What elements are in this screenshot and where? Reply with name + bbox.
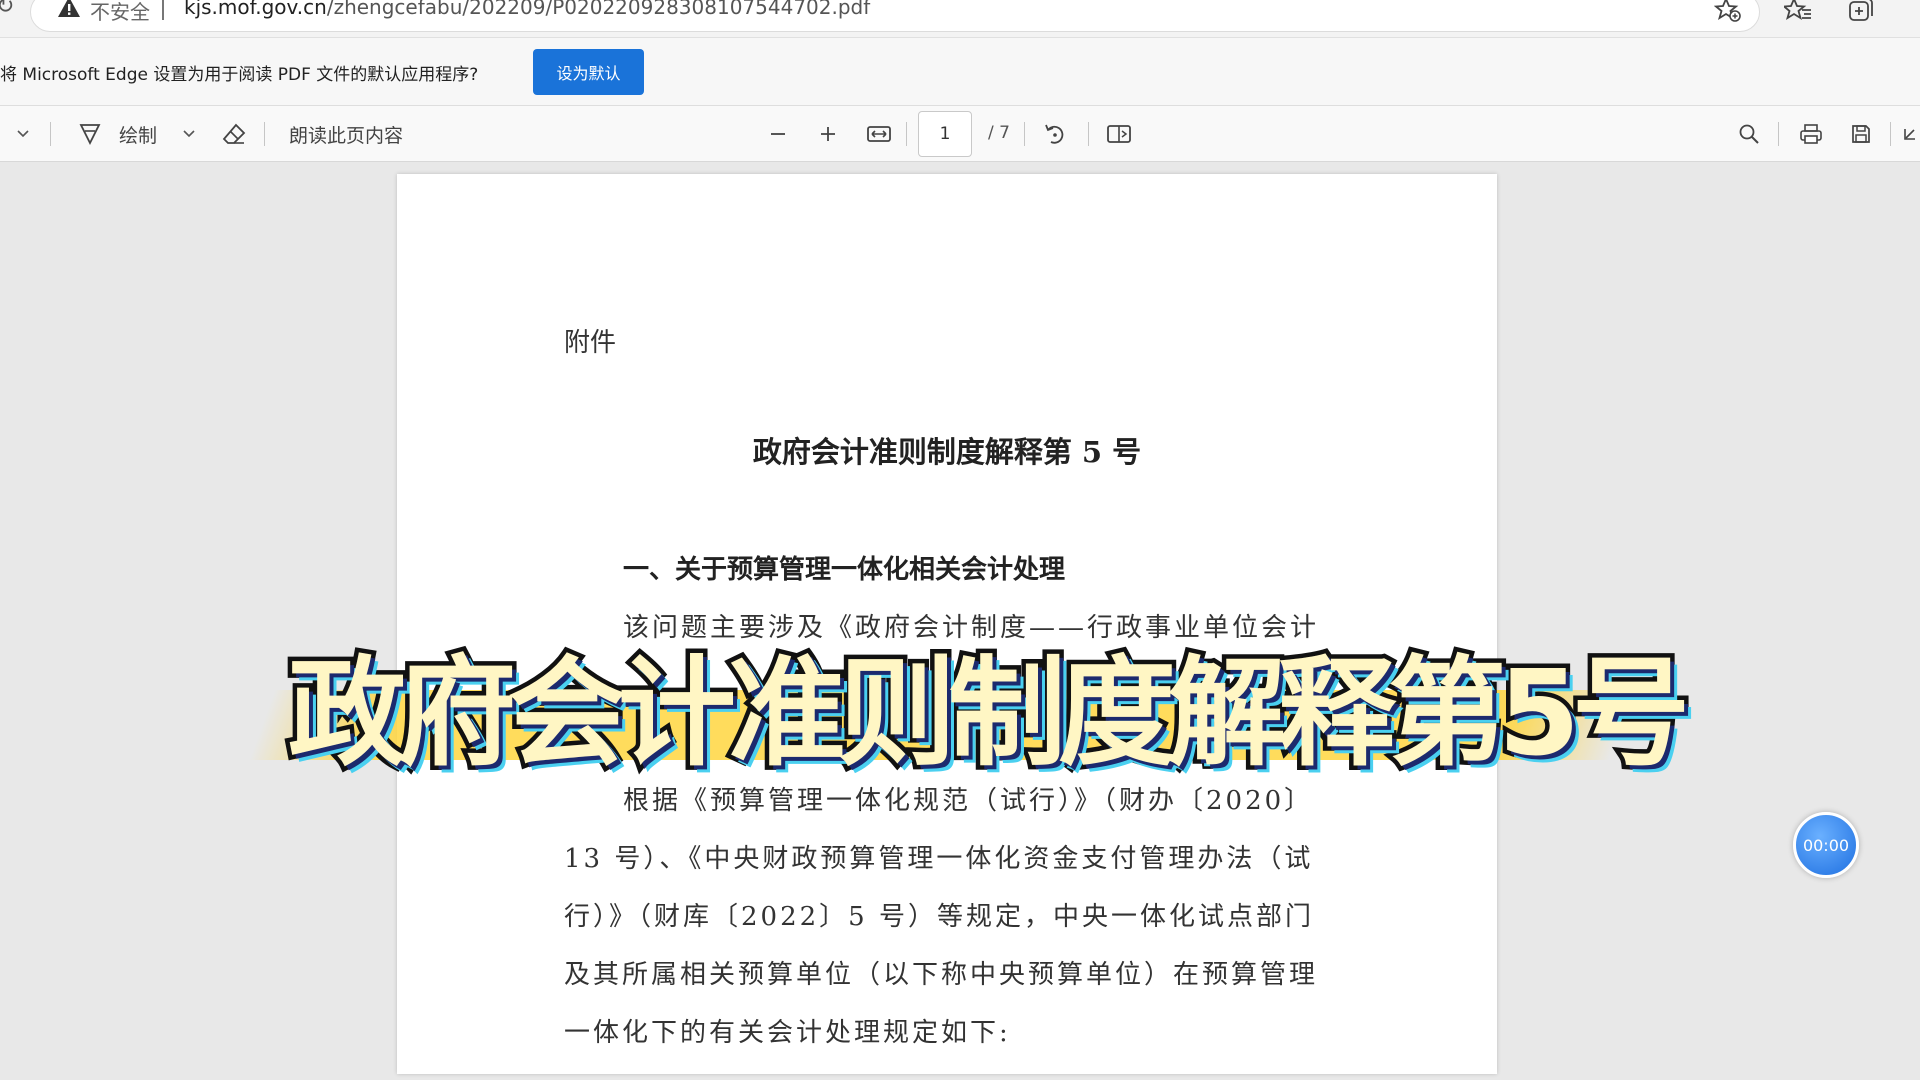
address-bar: ↻ 不安全 kjs.mof.gov.cn/zhengcefabu/202209/…	[0, 0, 1920, 38]
save-icon[interactable]	[1846, 118, 1876, 150]
url-path: /zhengcefabu/202209/P0202209283081075447…	[326, 0, 871, 19]
document-title: 政府会计准则制度解释第 5 号	[752, 435, 1142, 469]
section-heading: 一、关于预算管理一体化相关会计处理	[623, 555, 1066, 585]
print-icon[interactable]	[1796, 118, 1826, 150]
url-text[interactable]: kjs.mof.gov.cn/zhengcefabu/202209/P02022…	[184, 0, 870, 19]
document-viewport[interactable]: 附件 政府会计准则制度解释第 5 号 一、关于预算管理一体化相关会计处理 该问题…	[0, 162, 1920, 1080]
search-icon[interactable]	[1734, 118, 1764, 150]
toolbar-divider	[1890, 122, 1891, 146]
paragraph-line: 根据《预算管理一体化规范（试行）》（财办〔2020〕	[623, 786, 1314, 816]
page-total-label: / 7	[988, 123, 1010, 143]
paragraph-line: 该问题主要涉及《政府会计制度——行政事业单位会计	[623, 613, 1320, 643]
video-caption: 政府会计准则制度解释第5号	[284, 644, 1695, 783]
paragraph-line: 13 号）、《中央财政预算管理一体化资金支付管理办法（试	[564, 844, 1314, 874]
fit-to-width-icon[interactable]	[864, 118, 894, 150]
set-default-button[interactable]: 设为默认	[533, 49, 644, 95]
url-host: kjs.mof.gov.cn	[184, 0, 327, 19]
toolbar-divider	[906, 122, 907, 146]
paragraph-line: 行）》（财库〔2022〕5 号）等规定，中央一体化试点部门	[564, 902, 1314, 932]
read-aloud-button[interactable]: 朗读此页内容	[286, 118, 406, 150]
toolbar-divider	[264, 122, 265, 146]
zoom-out-icon[interactable]	[764, 118, 792, 150]
add-favorite-icon[interactable]	[1713, 0, 1742, 24]
toolbar-divider	[1024, 122, 1025, 146]
refresh-icon[interactable]: ↻	[0, 0, 16, 22]
zoom-in-icon[interactable]	[814, 118, 842, 150]
toolbar-divider	[1778, 122, 1779, 146]
toolbar-divider	[50, 122, 51, 146]
url-divider	[162, 0, 164, 20]
warning-icon[interactable]	[56, 0, 84, 22]
page-view-icon[interactable]	[1104, 118, 1134, 150]
chevron-down-icon[interactable]	[12, 118, 34, 150]
security-status-label[interactable]: 不安全	[90, 0, 150, 25]
rotate-icon[interactable]	[1040, 118, 1070, 150]
default-pdf-infobar: 将 Microsoft Edge 设置为用于阅读 PDF 文件的默认应用程序? …	[0, 38, 1920, 106]
favorites-icon[interactable]	[1781, 0, 1812, 24]
pdf-toolbar: 绘制 朗读此页内容 / 7	[0, 106, 1920, 162]
expand-icon[interactable]	[1900, 118, 1920, 150]
page-number-input[interactable]	[918, 111, 972, 157]
toolbar-divider	[1088, 122, 1089, 146]
draw-options-chevron-icon[interactable]	[178, 118, 200, 150]
paragraph-line: 一体化下的有关会计处理规定如下:	[564, 1018, 1011, 1048]
infobar-message: 将 Microsoft Edge 设置为用于阅读 PDF 文件的默认应用程序?	[0, 65, 479, 85]
pdf-page: 附件 政府会计准则制度解释第 5 号 一、关于预算管理一体化相关会计处理 该问题…	[397, 174, 1497, 1074]
draw-icon[interactable]	[76, 118, 104, 150]
collections-icon[interactable]	[1846, 0, 1874, 24]
eraser-icon[interactable]	[220, 118, 248, 150]
draw-label[interactable]: 绘制	[116, 118, 160, 150]
attachment-label: 附件	[564, 328, 617, 358]
paragraph-line: 及其所属相关预算单位（以下称中央预算单位）在预算管理	[564, 960, 1319, 990]
recording-timer[interactable]: 00:00	[1793, 812, 1859, 878]
